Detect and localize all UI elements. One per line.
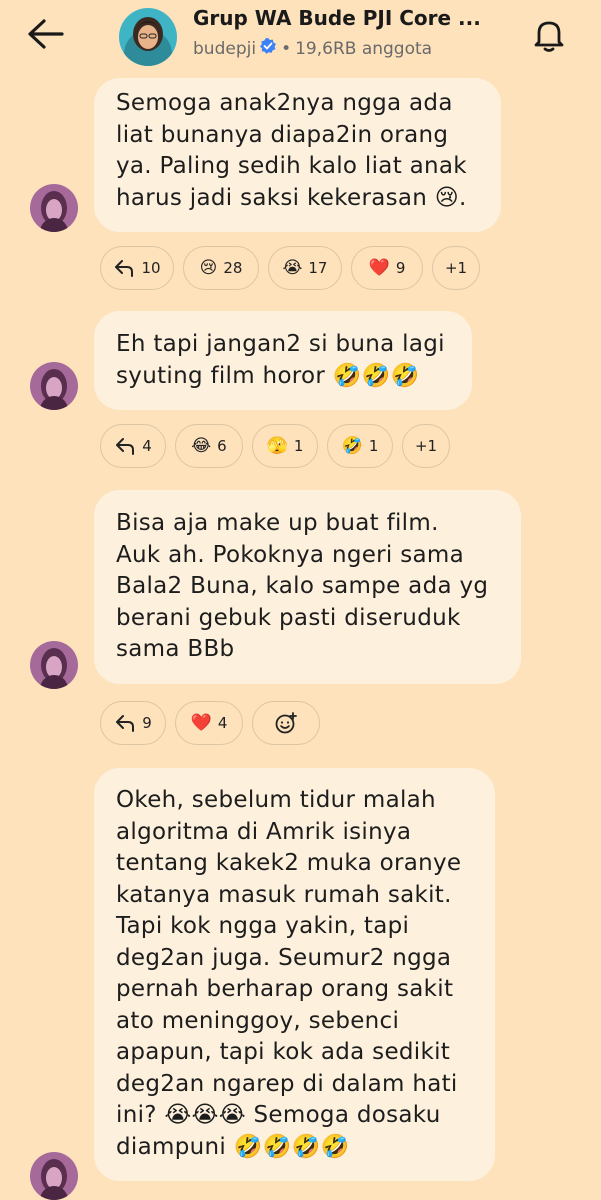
group-title[interactable]: Grup WA Bude PJI Core ... xyxy=(193,6,493,30)
sender-avatar[interactable] xyxy=(30,1152,78,1200)
message-line: algoritma di Amrik isinya xyxy=(116,818,412,845)
reaction-count: 4 xyxy=(142,437,152,455)
reaction-pill[interactable]: 😢 28 xyxy=(183,246,259,290)
verified-badge-icon xyxy=(259,37,277,60)
message-line: Bisa aja make up buat film. xyxy=(116,510,439,536)
reply-icon xyxy=(116,715,135,732)
reaction-pill[interactable]: ❤️ 9 xyxy=(351,246,423,290)
reply-icon xyxy=(115,260,134,277)
reaction-pill[interactable]: 😭 17 xyxy=(268,246,342,290)
more-reactions-count: +1 xyxy=(414,437,438,455)
sender-avatar[interactable] xyxy=(30,184,78,232)
reaction-count: 17 xyxy=(308,259,328,277)
reaction-emoji: 😂 xyxy=(191,435,212,456)
message-line: apapun, tapi kok ada sedikit xyxy=(116,1039,451,1065)
message-line: ato meninggoy, sebenci xyxy=(116,1007,400,1034)
reaction-count: 9 xyxy=(395,259,406,277)
message-line: katanya masuk rumah sakit. xyxy=(116,881,452,908)
member-count: 19,6RB anggota xyxy=(295,38,433,59)
message-line: Semoga anak2nya ngga ada xyxy=(116,90,453,116)
reaction-pill[interactable]: 🤣 1 xyxy=(327,424,393,468)
reaction-pill[interactable]: ❤️ 4 xyxy=(175,701,243,745)
message-line: Bala2 Buna, kalo sampe ada yg xyxy=(116,573,489,599)
message-line: ya. Paling sedih kalo liat anak xyxy=(116,153,467,179)
message-line: Tapi kok ngga yakin, tapi xyxy=(116,913,410,939)
reaction-emoji: 🤣 xyxy=(341,435,363,456)
message-line: harus jadi saksi kekerasan 😢. xyxy=(116,184,467,211)
sender-avatar[interactable] xyxy=(30,641,78,689)
notification-bell-icon[interactable] xyxy=(528,14,570,56)
reply-count-button[interactable]: 10 xyxy=(100,246,174,290)
reaction-emoji: ❤️ xyxy=(368,257,390,278)
reaction-count: 1 xyxy=(368,437,379,455)
group-username[interactable]: budepji xyxy=(193,39,256,59)
more-reactions-button[interactable]: +1 xyxy=(432,246,480,290)
reaction-count: 6 xyxy=(217,437,227,455)
message-line: deg2an ngarep di dalam hati xyxy=(116,1070,458,1097)
message-line: syuting film horor 🤣🤣🤣 xyxy=(116,362,420,389)
message-line: Eh tapi jangan2 si buna lagi xyxy=(116,331,445,357)
group-subtitle: budepji • 19,6RB anggota xyxy=(193,37,432,60)
message-line: sama BBb xyxy=(116,636,235,662)
more-reactions-count: +1 xyxy=(444,259,468,277)
group-avatar[interactable] xyxy=(119,8,177,66)
message-line: berani gebuk pasti diseruduk xyxy=(116,604,461,631)
reaction-bar: 10 😢 28 😭 17 ❤️ 9 +1 xyxy=(100,246,480,290)
reaction-emoji: 😢 xyxy=(199,257,218,278)
reaction-count: 4 xyxy=(217,714,228,732)
reply-icon xyxy=(116,438,135,455)
message-line: pernah berharap orang sakit xyxy=(116,976,454,1002)
message-line: tentang kakek2 muka oranye xyxy=(116,850,462,876)
reaction-pill[interactable]: 😂 6 xyxy=(175,424,243,468)
message-line: deg2an juga. Seumur2 ngga xyxy=(116,944,452,971)
add-reaction-button[interactable] xyxy=(252,701,320,745)
reaction-bar: 9 ❤️ 4 xyxy=(100,701,320,745)
message-bubble[interactable]: Okeh, sebelum tidur malah algoritma di A… xyxy=(94,768,495,1181)
reaction-emoji: ❤️ xyxy=(190,712,212,733)
message-line: Auk ah. Pokoknya ngeri sama xyxy=(116,541,465,568)
sender-avatar[interactable] xyxy=(30,362,78,410)
more-reactions-button[interactable]: +1 xyxy=(402,424,450,468)
reaction-count: 1 xyxy=(293,437,304,455)
message-bubble[interactable]: Bisa aja make up buat film. Auk ah. Poko… xyxy=(94,490,521,684)
message-line: diampuni 🤣🤣🤣🤣 xyxy=(116,1133,350,1160)
message-line: liat bunanya diapa2in orang xyxy=(116,121,449,148)
chat-header: Grup WA Bude PJI Core ... budepji • 19,6… xyxy=(0,0,601,72)
reaction-bar: 4 😂 6 🫣 1 🤣 1 +1 xyxy=(100,424,450,468)
dot-separator: • xyxy=(281,38,292,59)
reaction-count: 9 xyxy=(142,714,152,732)
message-line: ini? 😭😭😭 Semoga dosaku xyxy=(116,1102,441,1128)
reply-count-button[interactable]: 4 xyxy=(100,424,166,468)
reaction-count: 10 xyxy=(141,259,161,277)
reply-count-button[interactable]: 9 xyxy=(100,701,166,745)
reaction-pill[interactable]: 🫣 1 xyxy=(252,424,318,468)
reaction-emoji: 😭 xyxy=(282,257,303,278)
message-bubble[interactable]: Semoga anak2nya ngga ada liat bunanya di… xyxy=(94,78,501,232)
back-arrow-icon[interactable] xyxy=(22,14,70,54)
reaction-emoji: 🫣 xyxy=(266,435,288,456)
message-line: Okeh, sebelum tidur malah xyxy=(116,787,436,813)
add-reaction-icon xyxy=(275,712,297,734)
reaction-count: 28 xyxy=(223,259,243,277)
message-bubble[interactable]: Eh tapi jangan2 si buna lagi syuting fil… xyxy=(94,311,472,410)
